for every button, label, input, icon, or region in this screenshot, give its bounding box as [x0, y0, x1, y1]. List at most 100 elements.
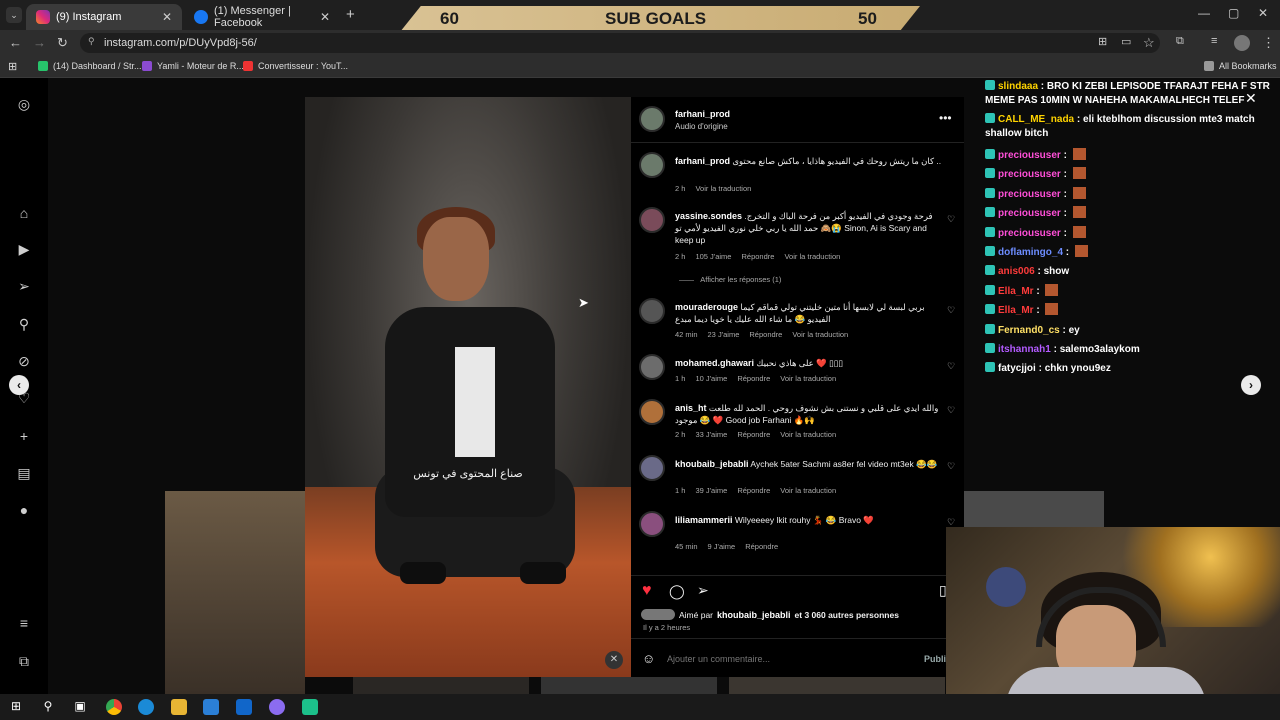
reply-button[interactable]: Répondre	[737, 486, 770, 495]
avatar[interactable]	[639, 354, 665, 380]
comment-username[interactable]: liliamammerii	[675, 515, 733, 525]
minimize-icon[interactable]: —	[1198, 6, 1210, 20]
meta-apps-icon[interactable]: ⧉	[16, 653, 32, 669]
reply-button[interactable]: Répondre	[737, 430, 770, 439]
chat-username[interactable]: precioususer	[998, 228, 1061, 239]
avatar[interactable]	[639, 455, 665, 481]
translate-link[interactable]: Voir la traduction	[792, 330, 848, 339]
close-window-icon[interactable]: ✕	[1258, 6, 1268, 20]
translate-icon[interactable]: ⊞	[1098, 35, 1107, 48]
chat-username[interactable]: Fernand0_cs	[998, 325, 1060, 336]
next-post-button[interactable]: ›	[1241, 375, 1261, 395]
explore-icon[interactable]: ⊘	[16, 353, 32, 369]
file-explorer-icon[interactable]	[171, 699, 187, 715]
chat-username[interactable]: anis006	[998, 266, 1035, 277]
task-view-icon[interactable]: ▣	[72, 699, 88, 715]
reply-button[interactable]: Répondre	[749, 330, 782, 339]
extensions-icon[interactable]: ⧉	[1176, 35, 1184, 48]
apps-icon[interactable]: ⊞	[8, 60, 17, 73]
background-post-thumbnail[interactable]	[964, 491, 1104, 527]
like-comment-icon[interactable]: ♡	[947, 361, 955, 372]
media-icon[interactable]: ≡	[1211, 35, 1217, 47]
publish-button[interactable]: Publi	[924, 654, 946, 664]
chat-username[interactable]: precioususer	[998, 189, 1061, 200]
background-post-thumbnail[interactable]	[353, 677, 529, 694]
comment-likes[interactable]: 10 J'aime	[695, 374, 727, 383]
store-icon[interactable]	[203, 699, 219, 715]
profile-icon[interactable]: ●	[16, 502, 32, 518]
discord-icon[interactable]	[269, 699, 285, 715]
background-post-thumbnail[interactable]	[541, 677, 717, 694]
url-input[interactable]: ⚲ instagram.com/p/DUyVpd8j-56/	[80, 33, 1160, 53]
chat-username[interactable]: CALL_ME_nada	[998, 114, 1074, 125]
comment-likes[interactable]: 39 J'aime	[695, 486, 727, 495]
profile-avatar[interactable]	[1234, 35, 1250, 51]
chat-username[interactable]: precioususer	[998, 208, 1061, 219]
reply-button[interactable]: Répondre	[745, 542, 778, 551]
close-tab-icon[interactable]: ✕	[320, 10, 330, 24]
like-comment-icon[interactable]: ♡	[947, 461, 955, 472]
close-tab-icon[interactable]: ✕	[162, 10, 172, 24]
instagram-logo-icon[interactable]: ◎	[16, 96, 32, 112]
more-options-icon[interactable]: •••	[939, 111, 952, 125]
messages-icon[interactable]: ➢	[16, 278, 32, 294]
comment-likes[interactable]: 23 J'aime	[708, 330, 740, 339]
chrome-icon[interactable]	[106, 699, 122, 715]
back-icon[interactable]: ←	[9, 35, 22, 50]
avatar[interactable]	[639, 511, 665, 537]
obs-icon[interactable]	[302, 699, 318, 715]
create-icon[interactable]: +	[16, 428, 32, 444]
maximize-icon[interactable]: ▢	[1228, 6, 1239, 20]
comment-username[interactable]: mohamed.ghawari	[675, 358, 754, 368]
translate-link[interactable]: Voir la traduction	[695, 184, 751, 193]
translate-link[interactable]: Voir la traduction	[784, 252, 840, 261]
reload-icon[interactable]: ↻	[57, 35, 68, 51]
bookmark-star-icon[interactable]: ☆	[1143, 35, 1155, 51]
background-post-thumbnail[interactable]	[165, 491, 305, 694]
show-replies-button[interactable]: —— Afficher les réponses (1)	[679, 275, 781, 284]
forward-icon[interactable]: →	[33, 35, 46, 50]
liked-by-user[interactable]: khoubaib_jebabli	[717, 610, 791, 620]
emoji-icon[interactable]: ☺	[642, 651, 655, 666]
chat-username[interactable]: slindaaa	[998, 81, 1038, 92]
background-post-thumbnail[interactable]	[729, 677, 945, 694]
bookmark-converter[interactable]: Convertisseur : YouT...	[243, 61, 348, 71]
avatar[interactable]	[639, 298, 665, 324]
avatar[interactable]	[639, 207, 665, 233]
reply-button[interactable]: Répondre	[741, 252, 774, 261]
avatar[interactable]	[639, 399, 665, 425]
search-icon[interactable]: ⚲	[16, 316, 32, 332]
chat-username[interactable]: doflamingo_4	[998, 247, 1063, 258]
bookmark-dashboard[interactable]: (14) Dashboard / Str...	[38, 61, 142, 71]
share-icon[interactable]: ➢	[697, 582, 709, 599]
mute-icon[interactable]: ✕	[605, 651, 623, 669]
chat-username[interactable]: precioususer	[998, 150, 1061, 161]
comment-input[interactable]	[667, 651, 887, 667]
avatar[interactable]	[639, 152, 665, 178]
chat-username[interactable]: Ella_Mr	[998, 286, 1034, 297]
more-menu-icon[interactable]: ≡	[16, 615, 32, 631]
like-comment-icon[interactable]: ♡	[947, 214, 955, 225]
like-comment-icon[interactable]: ♡	[947, 305, 955, 316]
dashboard-icon[interactable]: ▤	[16, 465, 32, 481]
site-info-icon[interactable]: ⚲	[88, 36, 95, 47]
liked-heart-icon[interactable]: ♥	[642, 582, 652, 600]
search-taskbar-icon[interactable]: ⚲	[40, 699, 56, 715]
chat-username[interactable]: Ella_Mr	[998, 305, 1034, 316]
reply-button[interactable]: Répondre	[737, 374, 770, 383]
comment-username[interactable]: mouraderouge	[675, 302, 738, 312]
comment-username[interactable]: farhani_prod	[675, 156, 730, 166]
translate-link[interactable]: Voir la traduction	[780, 430, 836, 439]
edge-icon[interactable]	[138, 699, 154, 715]
start-icon[interactable]: ⊞	[8, 699, 24, 715]
reels-icon[interactable]: ▶	[16, 241, 32, 257]
close-post-icon[interactable]: ✕	[1245, 90, 1257, 107]
comment-likes[interactable]: 105 J'aime	[695, 252, 731, 261]
tab-search-icon[interactable]: ⌄	[6, 7, 22, 23]
all-bookmarks[interactable]: All Bookmarks	[1204, 61, 1277, 71]
comment-username[interactable]: anis_ht	[675, 403, 707, 413]
comment-icon[interactable]: ◯	[669, 583, 685, 600]
translate-link[interactable]: Voir la traduction	[780, 486, 836, 495]
menu-icon[interactable]: ⋮	[1262, 35, 1275, 51]
comment-likes[interactable]: 9 J'aime	[708, 542, 736, 551]
